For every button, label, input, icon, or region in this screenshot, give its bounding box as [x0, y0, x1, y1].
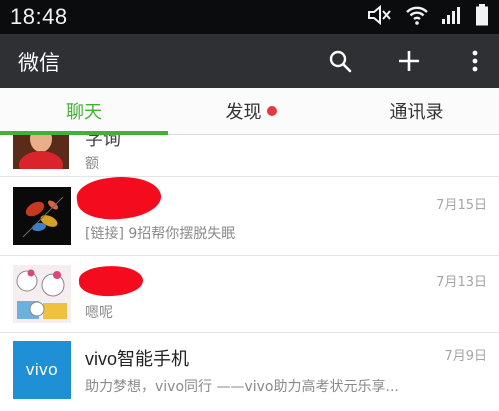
tab-label-discover: 发现: [225, 102, 262, 123]
new-badge-dot: [266, 106, 277, 116]
app-bar: 微信: [0, 34, 499, 88]
more-vertical-icon: [472, 50, 478, 72]
search-button[interactable]: [325, 46, 355, 76]
plus-icon: [399, 51, 419, 71]
tab-label-contacts: 通讯录: [389, 102, 444, 123]
signal-icon: [441, 5, 463, 29]
avatar: [13, 265, 71, 323]
chat-item[interactable]: 嗯呢 7月13日: [0, 256, 499, 333]
redaction-mark: [78, 263, 144, 299]
wifi-icon: [405, 4, 429, 30]
chat-preview: [链接] 9招帮你摆脱失眠: [85, 226, 236, 242]
chat-preview: 嗯呢: [85, 305, 113, 321]
tab-chats[interactable]: 聊天: [0, 88, 168, 134]
chat-name: vivo智能手机: [85, 349, 190, 369]
tab-discover[interactable]: 发现: [168, 88, 334, 134]
status-icons: [367, 4, 489, 30]
chat-preview: 额: [85, 156, 99, 172]
chat-item[interactable]: vivo vivo智能手机 助力梦想，vivo同行 ——vivo助力高考状元乐享…: [0, 333, 499, 411]
tab-label-chats: 聊天: [66, 102, 102, 123]
chat-item[interactable]: 字询 额: [0, 135, 499, 176]
status-time: 18:48: [10, 4, 68, 29]
app-title: 微信: [18, 51, 60, 75]
chat-time: 7月13日: [436, 275, 487, 290]
chat-time: 7月9日: [444, 349, 487, 364]
add-button[interactable]: [394, 46, 424, 76]
mute-icon: [367, 4, 393, 30]
avatar-logo-text: vivo: [25, 360, 59, 379]
battery-icon: [475, 4, 489, 30]
status-bar: 18:48: [0, 0, 499, 34]
tab-contacts[interactable]: 通讯录: [334, 88, 499, 134]
redaction-mark: [75, 172, 163, 224]
avatar: [13, 187, 71, 245]
vivo-logo-avatar: vivo: [13, 341, 71, 399]
chat-list[interactable]: 字询 额 [链接] 9招帮你摆脱失眠 7月15日 嗯呢 7月13日 vivo v…: [0, 135, 499, 411]
chat-item[interactable]: [链接] 9招帮你摆脱失眠 7月15日: [0, 172, 499, 255]
search-icon: [329, 50, 352, 73]
chat-preview: 助力梦想，vivo同行 ——vivo助力高考状元乐享...: [85, 379, 399, 395]
more-button[interactable]: [460, 46, 490, 76]
avatar: [13, 135, 69, 169]
chat-name: 字询: [85, 135, 121, 149]
chat-time: 7月15日: [436, 198, 487, 213]
tab-bar: 聊天 发现 通讯录: [0, 88, 499, 135]
